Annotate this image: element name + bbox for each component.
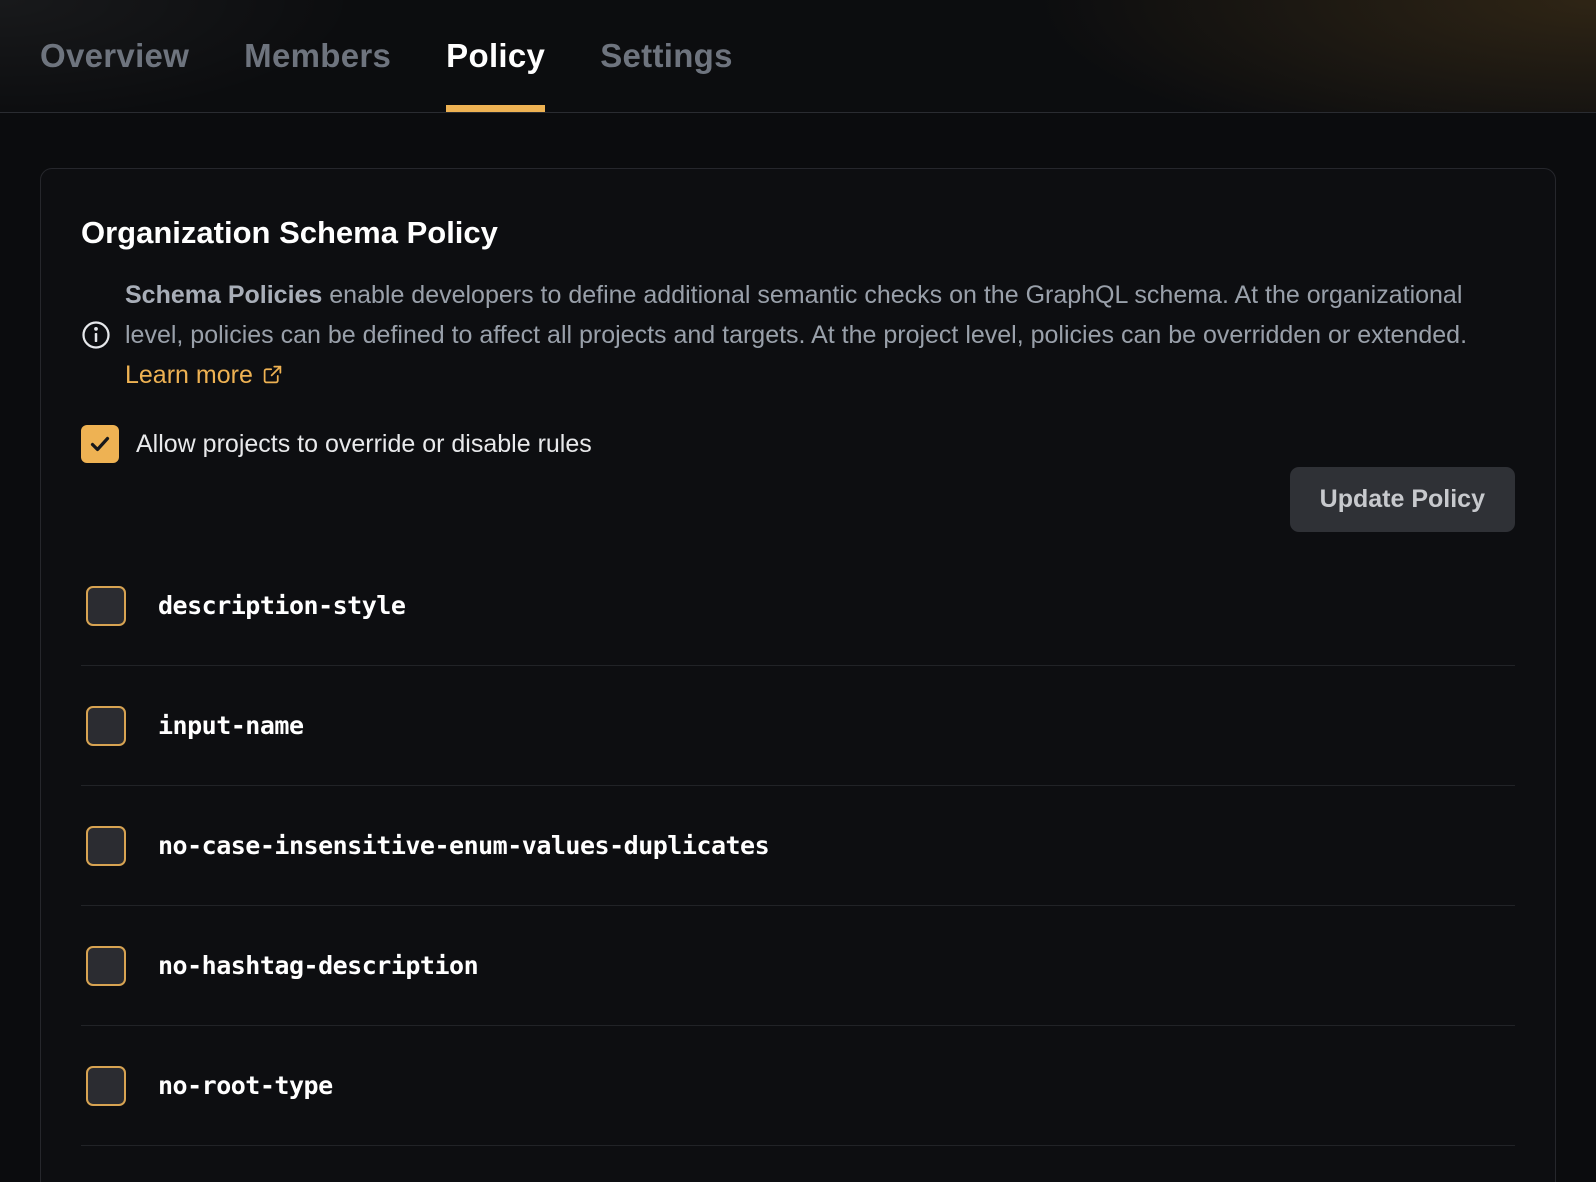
main-content: Organization Schema Policy Schema Polici… <box>0 113 1596 1182</box>
rule-name: no-root-type <box>158 1071 333 1100</box>
policy-card: Organization Schema Policy Schema Polici… <box>40 168 1556 1182</box>
external-link-icon <box>262 364 283 385</box>
tab-members[interactable]: Members <box>244 0 391 112</box>
update-policy-button[interactable]: Update Policy <box>1290 467 1515 532</box>
allow-override-row[interactable]: Allow projects to override or disable ru… <box>81 425 592 463</box>
rule-row: no-hashtag-description <box>81 906 1515 1026</box>
description-lead: Schema Policies <box>125 281 322 309</box>
description-text: enable developers to define additional s… <box>125 281 1467 349</box>
rule-name: no-hashtag-description <box>158 951 478 980</box>
rule-checkbox[interactable] <box>86 946 126 986</box>
allow-override-checkbox[interactable] <box>81 425 119 463</box>
rule-name: description-style <box>158 591 405 620</box>
description-paragraph: Schema Policies enable developers to def… <box>125 275 1510 395</box>
learn-more-label: Learn more <box>125 361 253 389</box>
rule-checkbox[interactable] <box>86 586 126 626</box>
top-navigation: Overview Members Policy Settings <box>0 0 1596 113</box>
learn-more-link[interactable]: Learn more <box>125 361 283 389</box>
allow-override-label: Allow projects to override or disable ru… <box>136 430 592 459</box>
rule-row: input-name <box>81 666 1515 786</box>
rule-name: no-case-insensitive-enum-values-duplicat… <box>158 831 769 860</box>
tab-overview[interactable]: Overview <box>40 0 189 112</box>
rule-checkbox[interactable] <box>86 826 126 866</box>
page-title: Organization Schema Policy <box>81 215 1515 251</box>
rule-row: description-style <box>81 546 1515 666</box>
rule-name: input-name <box>158 711 304 740</box>
rule-row: no-root-type <box>81 1026 1515 1146</box>
rule-checkbox[interactable] <box>86 706 126 746</box>
rule-row: no-case-insensitive-enum-values-duplicat… <box>81 786 1515 906</box>
tab-policy[interactable]: Policy <box>446 0 545 112</box>
rule-checkbox[interactable] <box>86 1066 126 1106</box>
tab-settings[interactable]: Settings <box>600 0 733 112</box>
rules-list: description-style input-name no-case-insen… <box>81 546 1515 1146</box>
info-icon <box>81 320 111 350</box>
button-row: Update Policy <box>81 467 1515 532</box>
policy-description: Schema Policies enable developers to def… <box>81 275 1515 395</box>
tab-bar: Overview Members Policy Settings <box>40 0 1596 112</box>
